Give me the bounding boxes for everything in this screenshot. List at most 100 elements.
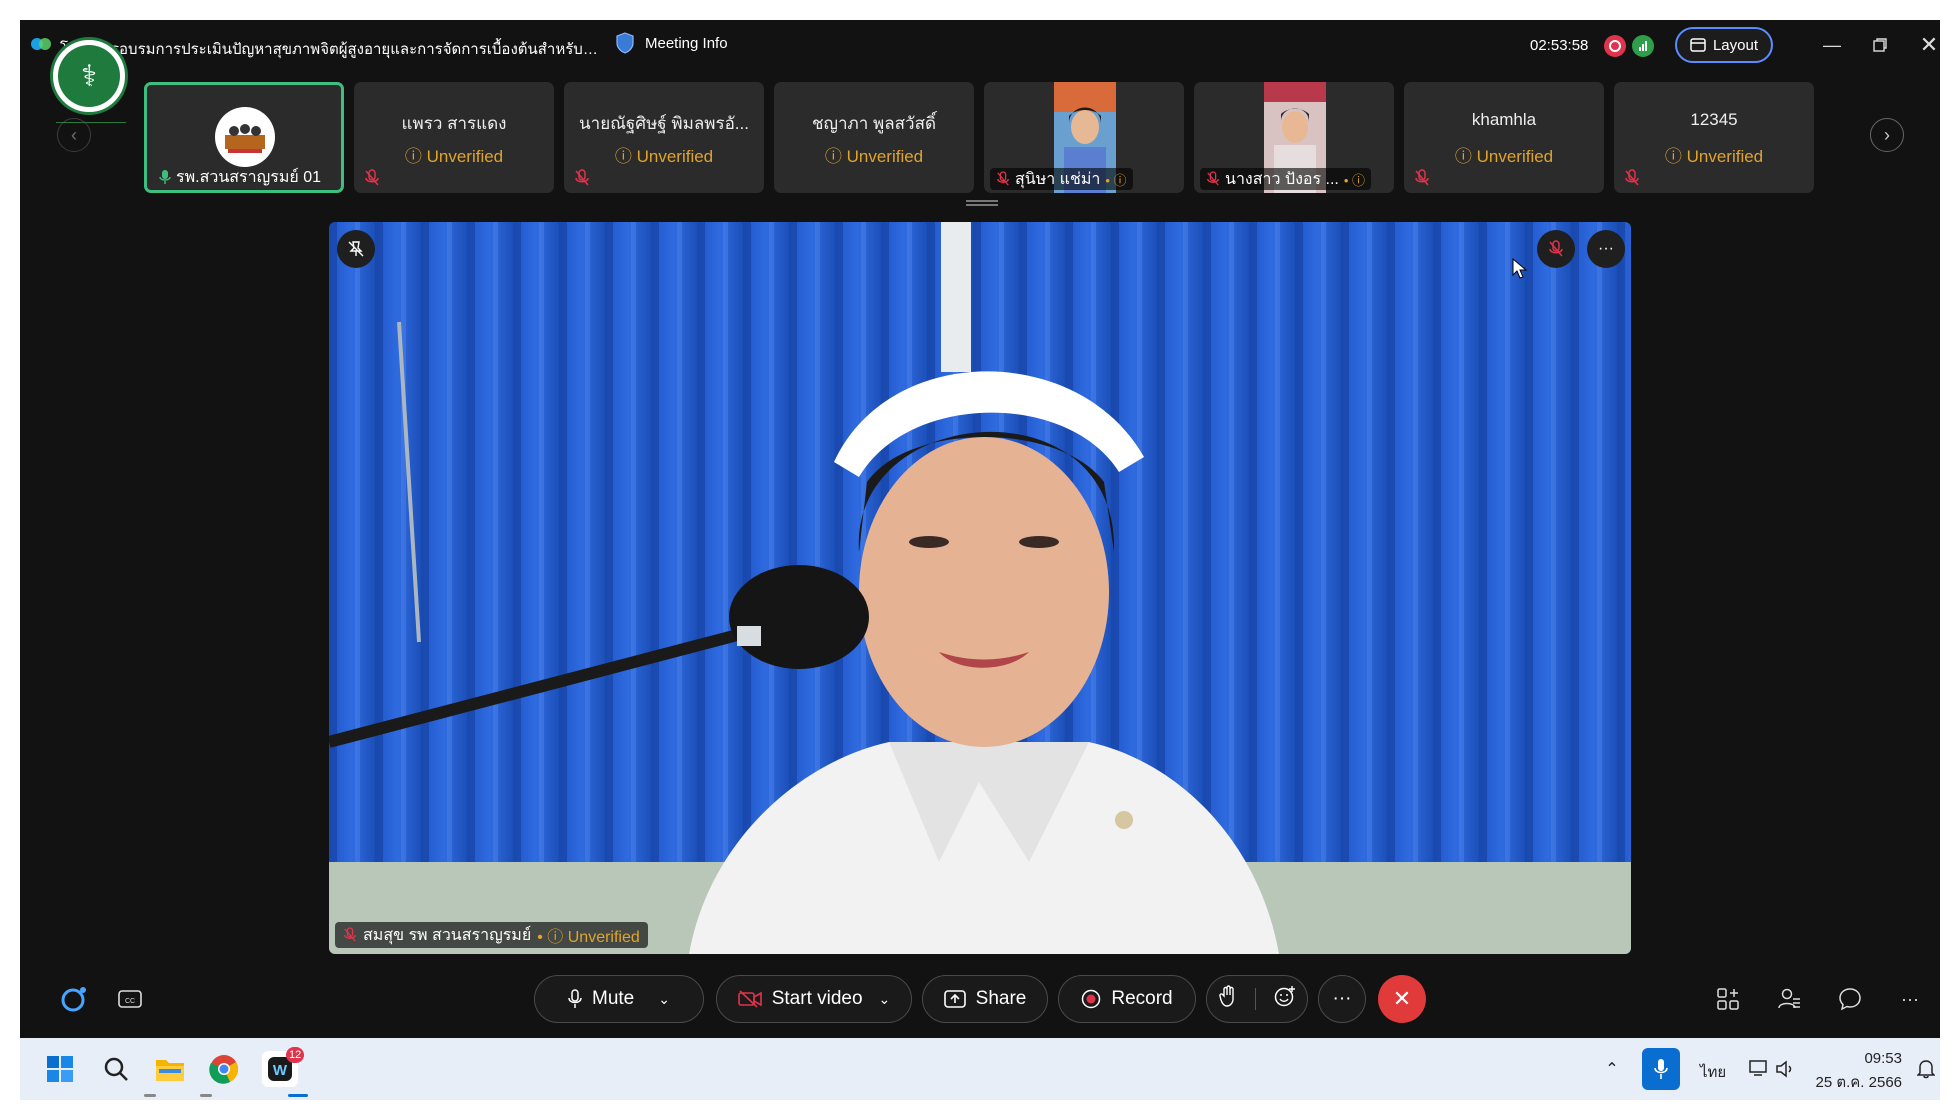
participant-tile[interactable]: khamhla ⓘ Unverified [1404, 82, 1604, 193]
input-language[interactable]: ไทย [1700, 1060, 1726, 1084]
verification-status: ⓘ Unverified [824, 147, 924, 166]
file-explorer-icon[interactable] [152, 1051, 188, 1087]
tile-name-label: นางสาว ปังอร ... • ⓘ [1200, 168, 1372, 190]
recording-indicator-icon[interactable] [1604, 35, 1626, 57]
windows-taskbar: W 12 ⌃ ไทย 09:53 25 ต.ค. 2566 [20, 1038, 1940, 1100]
muted-mic-icon [365, 169, 379, 186]
tile-name-label: รพ.สวนสราญรมย์ 01 [153, 166, 327, 188]
strip-next-button[interactable]: › [1870, 118, 1904, 152]
notification-badge: 12 [286, 1047, 305, 1063]
more-options-icon[interactable]: ··· [1892, 981, 1928, 1017]
layout-button[interactable]: Layout [1675, 27, 1773, 63]
participant-tile[interactable]: รพ.สวนสราญรมย์ 01 [144, 82, 344, 193]
participant-name: แพรว สารแดง [401, 114, 507, 133]
title-bar: โครงการอบรมการประเมินปัญหาสุขภาพจิตผู้สู… [20, 20, 1940, 72]
verification-status: ⓘ Unverified [1454, 147, 1554, 166]
emoji-reaction-icon[interactable] [1274, 985, 1296, 1013]
muted-mic-icon [575, 169, 589, 186]
participant-tile[interactable]: แพรว สารแดง ⓘ Unverified [354, 82, 554, 193]
chat-icon[interactable] [1832, 981, 1868, 1017]
verification-status: ⓘ Unverified [614, 147, 714, 166]
verification-status: ⓘ Unverified [1664, 147, 1764, 166]
meeting-info-label: Meeting Info [645, 34, 728, 52]
muted-mic-icon [344, 927, 356, 942]
reactions-group [1206, 975, 1308, 1023]
chrome-icon[interactable] [206, 1051, 242, 1087]
close-icon[interactable]: ✕ [1914, 30, 1940, 60]
participant-name: นายณัฐศิษฐ์ พิมลพรอั... [579, 114, 749, 133]
active-indicator [288, 1094, 308, 1097]
unverified-icon: • ⓘ [1343, 172, 1366, 188]
clock-time[interactable]: 09:53 [1842, 1050, 1902, 1067]
microphone-icon [159, 170, 171, 184]
windows-start-icon[interactable] [42, 1051, 78, 1087]
minimize-icon[interactable]: — [1817, 30, 1847, 60]
restore-icon[interactable] [1865, 30, 1895, 60]
speaker-video-frame [329, 222, 1631, 954]
meeting-info-button[interactable]: Meeting Info [615, 32, 728, 54]
meeting-timer: 02:53:58 [1530, 37, 1589, 54]
raise-hand-icon[interactable] [1218, 985, 1237, 1013]
more-options-icon[interactable]: ··· [1587, 230, 1625, 268]
muted-mic-icon [997, 171, 1009, 186]
speaker-name-label: สมสุข รพ สวนสราญรมย์ • ⓘ Unverified [335, 922, 648, 948]
close-icon: ✕ [1392, 986, 1412, 1011]
microphone-icon [568, 989, 582, 1008]
layout-label: Layout [1712, 36, 1759, 54]
more-options-icon: ··· [1332, 988, 1352, 1009]
start-video-button[interactable]: Start video ⌄ [716, 975, 912, 1023]
strip-prev-button[interactable]: ‹ [57, 118, 91, 152]
participant-name: ชญาภา พูลสวัสดิ์ [811, 114, 936, 133]
speaker-verification-status: • ⓘ Unverified [537, 929, 640, 946]
svg-text:CC: CC [125, 998, 135, 1005]
apps-icon[interactable] [1710, 981, 1746, 1017]
notification-bell-icon[interactable] [1908, 1051, 1944, 1087]
participant-name: 12345 [1690, 110, 1738, 129]
chevron-down-icon[interactable]: ⌄ [658, 991, 670, 1008]
webex-logo-icon [31, 38, 51, 50]
svg-text:W: W [273, 1062, 288, 1079]
chevron-down-icon[interactable]: ⌄ [879, 991, 891, 1008]
verification-status: ⓘ Unverified [404, 147, 504, 166]
record-button[interactable]: Record [1058, 975, 1196, 1023]
participant-name: khamhla [1471, 110, 1537, 129]
participant-tile[interactable]: นายณัฐศิษฐ์ พิมลพรอั... ⓘ Unverified [564, 82, 764, 193]
unpin-icon[interactable] [337, 230, 375, 268]
participant-avatar [215, 107, 275, 167]
running-indicator [144, 1094, 156, 1097]
clock-date[interactable]: 25 ต.ค. 2566 [1798, 1070, 1903, 1094]
unverified-icon: • ⓘ [1105, 172, 1127, 188]
main-speaker-video: ··· สมสุข รพ สวนสราญรมย์ • ⓘ Unverified [329, 222, 1631, 954]
ministry-emblem-logo: ⚕ [50, 37, 128, 115]
webex-taskbar-icon[interactable]: W 12 [262, 1047, 305, 1087]
muted-mic-icon [1415, 169, 1429, 186]
chevron-up-icon[interactable]: ⌃ [1594, 1051, 1630, 1087]
participants-icon[interactable] [1771, 981, 1807, 1017]
microphone-in-use-icon[interactable] [1642, 1048, 1680, 1090]
strip-resize-handle[interactable] [966, 200, 998, 206]
meeting-window: โครงการอบรมการประเมินปัญหาสุขภาพจิตผู้สู… [20, 20, 1940, 1038]
end-call-button[interactable]: ✕ [1378, 975, 1426, 1023]
shield-icon [616, 32, 634, 54]
share-button[interactable]: Share [922, 975, 1048, 1023]
record-icon [1082, 989, 1101, 1009]
more-controls-button[interactable]: ··· [1318, 975, 1366, 1023]
participant-tile[interactable]: ชญาภา พูลสวัสดิ์ ⓘ Unverified [774, 82, 974, 193]
captions-icon[interactable]: CC [112, 981, 148, 1017]
running-indicator [200, 1094, 212, 1097]
network-health-icon[interactable] [1632, 35, 1654, 57]
muted-mic-icon[interactable] [1537, 230, 1575, 268]
layout-icon [1690, 38, 1706, 52]
video-off-icon [737, 990, 762, 1008]
muted-mic-icon [1625, 169, 1639, 186]
share-icon [943, 990, 966, 1008]
ai-assistant-icon[interactable] [56, 981, 92, 1017]
participant-tile[interactable]: นางสาว ปังอร ... • ⓘ [1194, 82, 1394, 193]
participant-tile[interactable]: 12345 ⓘ Unverified [1614, 82, 1814, 193]
muted-mic-icon [1207, 171, 1219, 186]
cursor-icon [1512, 258, 1528, 279]
participant-tile[interactable]: สุนิษา แช่ม่า • ⓘ [984, 82, 1184, 193]
mute-button[interactable]: Mute ⌄ [534, 975, 704, 1023]
meeting-title: โครงการอบรมการประเมินปัญหาสุขภาพจิตผู้สู… [60, 41, 600, 58]
search-icon[interactable] [98, 1051, 134, 1087]
